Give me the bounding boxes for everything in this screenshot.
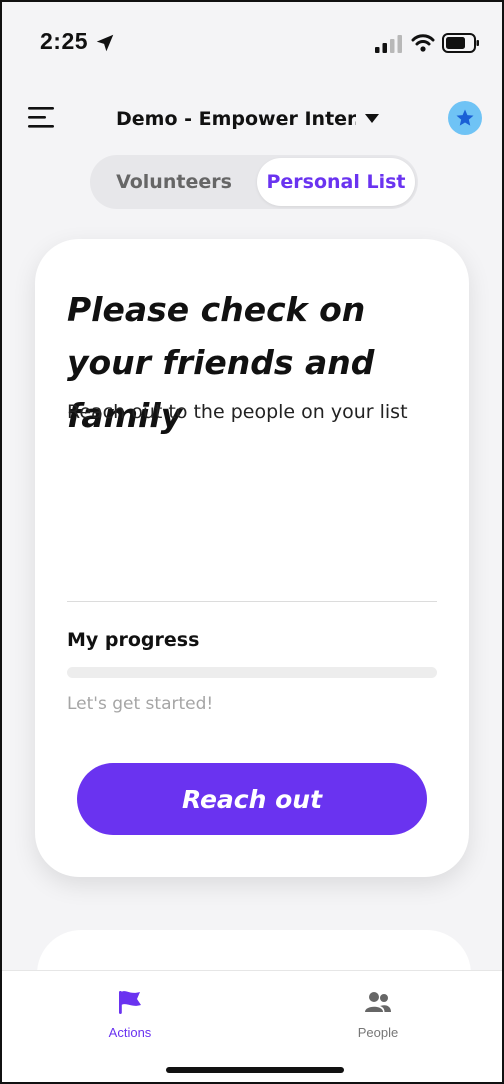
status-time: 2:25	[40, 28, 89, 54]
star-badge-button[interactable]	[448, 101, 482, 135]
wifi-icon	[411, 34, 435, 52]
tab-people-label: People	[357, 1025, 399, 1040]
progress-note: Let's get started!	[67, 694, 214, 714]
people-icon	[365, 992, 391, 1012]
reach-out-button[interactable]: Reach out	[77, 763, 427, 835]
hamburger-menu-icon[interactable]	[26, 103, 58, 131]
action-card: Please check on your friends and family …	[35, 239, 469, 877]
tab-volunteers[interactable]: Volunteers	[94, 158, 254, 206]
tab-actions[interactable]: Actions	[50, 971, 210, 1051]
card-divider	[67, 601, 437, 602]
signal-icon	[375, 35, 402, 53]
list-segmented-control: Volunteers Personal List	[90, 155, 418, 209]
tab-people[interactable]: People	[298, 971, 458, 1051]
status-bar: 2:25	[2, 2, 502, 86]
card-subtitle: Reach out to the people on your list	[67, 401, 408, 423]
progress-label: My progress	[67, 629, 200, 651]
tab-personal-list[interactable]: Personal List	[257, 158, 415, 206]
flag-icon	[119, 991, 141, 1014]
location-arrow-icon	[96, 34, 114, 52]
bottom-tab-bar: Actions People	[2, 970, 502, 1082]
star-icon	[456, 109, 474, 126]
home-indicator	[166, 1067, 344, 1073]
app-screen: 2:25 Demo - Empower Inter... Volunteers …	[0, 0, 504, 1084]
organization-selector[interactable]: Demo - Empower Inter...	[116, 104, 386, 134]
organization-name: Demo - Empower Inter...	[116, 108, 356, 130]
progress-bar	[67, 667, 437, 678]
top-header: Demo - Empower Inter...	[2, 86, 502, 152]
caret-down-icon	[365, 114, 379, 123]
tab-actions-label: Actions	[108, 1025, 152, 1040]
battery-icon	[442, 33, 479, 53]
